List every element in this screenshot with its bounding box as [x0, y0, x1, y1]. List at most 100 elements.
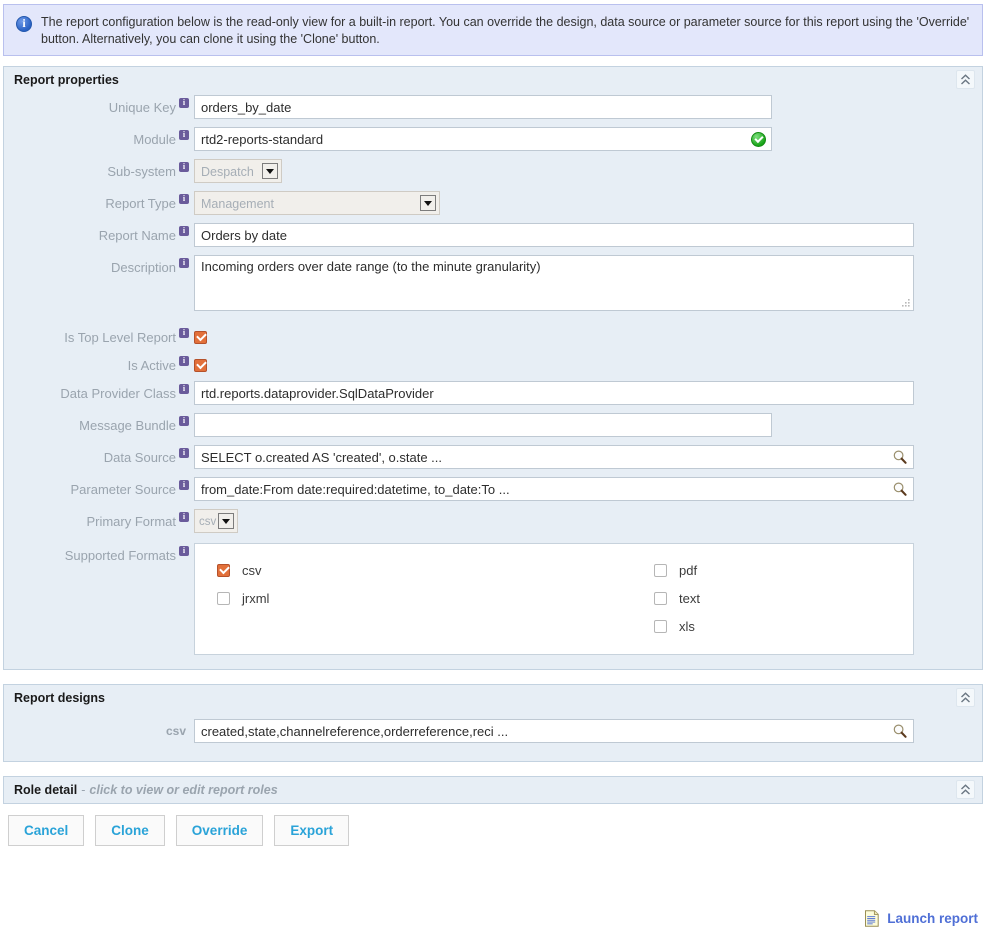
parameter-source-input[interactable]	[194, 477, 914, 502]
format-checkbox-jrxml[interactable]	[217, 591, 230, 605]
message-bundle-input[interactable]	[194, 413, 772, 438]
override-button[interactable]: Override	[175, 815, 264, 847]
primary-format-label-cell: Primary Format	[4, 509, 194, 529]
description-textarea-wrap: Incoming orders over date range (to the …	[194, 255, 914, 311]
info-tooltip-icon[interactable]	[179, 479, 189, 491]
format-option-pdf[interactable]: pdf	[654, 556, 913, 584]
collapse-role-detail-button[interactable]	[956, 780, 975, 800]
supported-formats-column-left: csv jrxml	[195, 556, 554, 640]
primary-format-field-cell: csv	[194, 509, 982, 534]
format-option-xls[interactable]: xls	[654, 612, 913, 640]
launch-report-link[interactable]: Launch report	[864, 910, 978, 927]
info-tooltip-icon[interactable]	[179, 129, 189, 140]
collapse-report-properties-button[interactable]	[956, 70, 975, 89]
format-label-jrxml: jrxml	[242, 590, 270, 606]
report-config-page: The report configuration below is the re…	[0, 0, 986, 932]
format-option-csv[interactable]: csv	[217, 556, 554, 584]
report-name-input[interactable]	[194, 223, 914, 247]
format-label-pdf: pdf	[679, 562, 698, 578]
data-source-input[interactable]	[194, 445, 914, 470]
description-field-cell: Incoming orders over date range (to the …	[194, 255, 982, 311]
field-row-parameter-source: Parameter Source	[4, 477, 982, 502]
field-row-primary-format: Primary Format csv	[4, 509, 982, 534]
info-tooltip-icon[interactable]	[179, 257, 189, 268]
primary-format-select[interactable]: csv	[194, 509, 238, 534]
description-textarea[interactable]: Incoming orders over date range (to the …	[194, 255, 914, 311]
field-row-unique-key: Unique Key	[4, 95, 982, 119]
module-input[interactable]	[194, 127, 772, 151]
role-detail-subtitle: click to view or edit report roles	[89, 783, 278, 798]
unique-key-field-cell	[194, 95, 982, 119]
unique-key-input[interactable]	[194, 95, 772, 119]
format-checkbox-pdf[interactable]	[654, 563, 667, 577]
field-row-module: Module	[4, 127, 982, 151]
sub-system-select[interactable]: Despatch	[194, 159, 282, 183]
double-chevron-up-icon	[961, 783, 970, 795]
is-active-field-cell	[194, 353, 982, 373]
report-type-selected-value: Management	[201, 197, 274, 211]
field-row-description: Description Incoming orders over date ra…	[4, 255, 982, 311]
design-csv-input[interactable]	[194, 719, 914, 744]
format-checkbox-xls[interactable]	[654, 619, 667, 633]
collapse-report-designs-button[interactable]	[956, 688, 975, 708]
info-tooltip-icon[interactable]	[179, 355, 189, 367]
supported-formats-label-cell: Supported Formats	[4, 543, 194, 563]
data-source-label-cell: Data Source	[4, 445, 194, 465]
role-detail-dash: -	[81, 783, 86, 798]
format-checkbox-text[interactable]	[654, 591, 667, 605]
module-field-cell	[194, 127, 774, 151]
info-tooltip-icon[interactable]	[179, 383, 189, 395]
magnifier-icon[interactable]	[892, 481, 908, 497]
field-row-data-provider-class: Data Provider Class	[4, 381, 982, 406]
chevron-down-icon[interactable]	[420, 195, 436, 211]
format-checkbox-csv[interactable]	[217, 563, 230, 577]
module-label-cell: Module	[4, 127, 194, 147]
report-properties-header[interactable]: Report properties	[4, 67, 982, 93]
clone-button[interactable]: Clone	[95, 815, 165, 847]
report-type-label-cell: Report Type	[4, 191, 194, 211]
field-row-is-top-level-report: Is Top Level Report	[4, 325, 982, 345]
report-designs-panel: Report designs csv	[3, 684, 983, 763]
info-banner-text: The report configuration below is the re…	[41, 15, 970, 46]
info-banner: The report configuration below is the re…	[3, 4, 983, 56]
is-active-checkbox[interactable]	[194, 359, 207, 373]
data-provider-class-input[interactable]	[194, 381, 914, 406]
info-tooltip-icon[interactable]	[179, 447, 189, 459]
report-designs-header[interactable]: Report designs	[4, 685, 982, 711]
report-designs-title: Report designs	[14, 691, 105, 706]
data-source-label: Data Source	[103, 450, 176, 466]
chevron-down-icon[interactable]	[218, 513, 234, 530]
message-bundle-field-cell	[194, 413, 982, 438]
is-top-level-report-checkbox[interactable]	[194, 331, 207, 345]
info-tooltip-icon[interactable]	[179, 225, 189, 236]
export-button[interactable]: Export	[274, 815, 350, 847]
magnifier-icon[interactable]	[892, 723, 908, 739]
role-detail-title: Role detail	[14, 783, 78, 798]
info-tooltip-icon[interactable]	[179, 97, 189, 108]
design-row-field-cell	[194, 719, 914, 744]
info-tooltip-icon[interactable]	[179, 511, 189, 523]
double-chevron-up-icon	[961, 691, 970, 703]
report-designs-form: csv	[4, 711, 982, 761]
info-tooltip-icon[interactable]	[179, 193, 189, 204]
format-label-xls: xls	[679, 618, 695, 634]
info-tooltip-icon[interactable]	[179, 161, 189, 172]
report-properties-panel: Report properties Unique Keyi orders_by_…	[3, 66, 983, 671]
info-tooltip-icon[interactable]	[179, 415, 189, 427]
module-label: Module	[133, 132, 176, 148]
format-option-jrxml[interactable]: jrxml	[217, 584, 554, 612]
info-tooltip-icon[interactable]	[179, 327, 189, 338]
info-tooltip-icon[interactable]	[179, 545, 189, 557]
field-row-supported-formats: Supported Formats csv jrxml	[4, 543, 982, 656]
launch-report-label: Launch report	[887, 911, 978, 926]
chevron-down-icon[interactable]	[262, 163, 278, 179]
description-label-cell: Description	[4, 255, 194, 275]
magnifier-icon[interactable]	[892, 449, 908, 465]
supported-formats-label: Supported Formats	[64, 548, 176, 564]
cancel-button[interactable]: Cancel	[8, 815, 85, 847]
report-type-select[interactable]: Management	[194, 191, 440, 215]
role-detail-header[interactable]: Role detail - click to view or edit repo…	[4, 777, 982, 803]
parameter-source-field-cell	[194, 477, 914, 502]
role-detail-panel[interactable]: Role detail - click to view or edit repo…	[3, 776, 983, 805]
format-option-text[interactable]: text	[654, 584, 913, 612]
